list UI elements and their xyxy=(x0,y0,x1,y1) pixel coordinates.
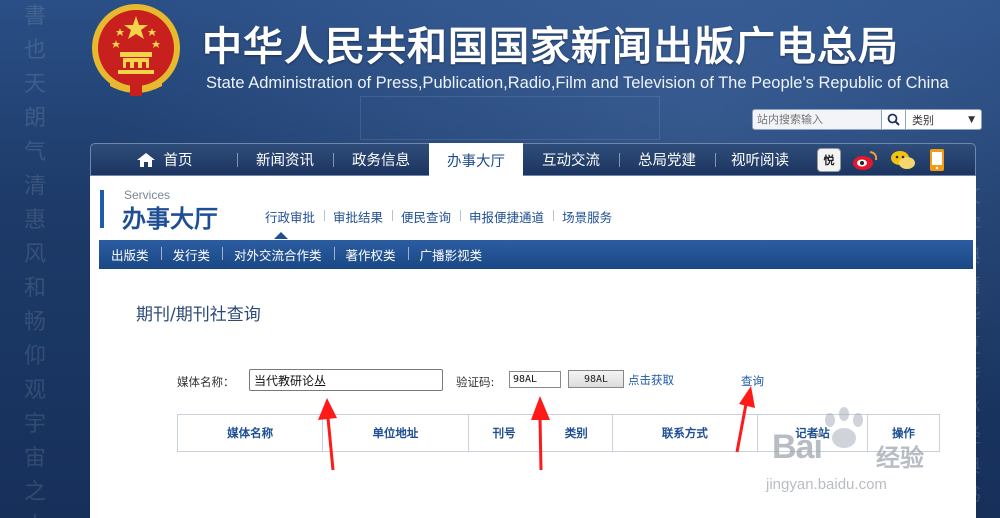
yuedu-app-icon[interactable]: 悦 xyxy=(817,147,841,172)
captcha-label: 验证码: xyxy=(456,375,495,389)
chevron-down-icon: ▼ xyxy=(968,114,975,125)
services-title: 办事大厅 xyxy=(122,205,218,233)
query-link[interactable]: 查询 xyxy=(741,373,764,389)
nav-audiovisual[interactable]: 视听阅读 xyxy=(715,143,805,176)
nav-government-info[interactable]: 政务信息 xyxy=(333,143,429,176)
subnav-fast-channel[interactable]: 申报便捷通道 xyxy=(460,207,553,226)
subnav-approval-results[interactable]: 审批结果 xyxy=(324,207,392,226)
nav-party-building-label: 总局党建 xyxy=(638,153,696,169)
nav-interaction-label: 互动交流 xyxy=(542,153,600,169)
nav-service-hall[interactable]: 办事大厅 xyxy=(429,143,523,177)
media-name-input[interactable] xyxy=(249,369,443,391)
nav-news[interactable]: 新闻资讯 xyxy=(237,143,333,176)
baidu-jingyan-watermark: Bai 经验 jingyan.baidu.com xyxy=(760,406,950,502)
media-name-label: 媒体名称： xyxy=(177,375,235,389)
nav-home[interactable]: 首页 xyxy=(91,143,237,176)
captcha-image[interactable]: 98AL xyxy=(568,370,624,388)
subnav-active-pointer xyxy=(274,232,288,239)
nav-party-building[interactable]: 总局党建 xyxy=(619,143,715,176)
category-foreign-exchange[interactable]: 对外交流合作类 xyxy=(222,245,334,264)
weibo-icon[interactable] xyxy=(851,148,879,172)
national-emblem-icon xyxy=(92,4,180,96)
column-media-name: 媒体名称 xyxy=(176,414,324,452)
column-category: 类别 xyxy=(539,414,613,452)
category-distribution[interactable]: 发行类 xyxy=(160,245,223,264)
watermark-url: jingyan.baidu.com xyxy=(766,476,887,493)
nav-government-info-label: 政务信息 xyxy=(352,153,410,169)
nav-home-label: 首页 xyxy=(163,153,193,169)
watermark-brand: Bai xyxy=(772,428,823,466)
captcha-input[interactable] xyxy=(509,371,561,388)
site-subtitle: State Administration of Press,Publicatio… xyxy=(206,74,949,92)
site-search: 类别 ▼ xyxy=(752,109,982,130)
category-publishing[interactable]: 出版类 xyxy=(99,245,161,264)
search-input[interactable] xyxy=(752,109,882,130)
mobile-icon[interactable] xyxy=(927,148,947,172)
captcha-refresh-link[interactable]: 点击获取 xyxy=(628,372,674,388)
nav-audiovisual-label: 视听阅读 xyxy=(731,153,789,169)
home-icon xyxy=(136,152,155,167)
subnav-public-query[interactable]: 便民查询 xyxy=(392,207,460,226)
search-icon xyxy=(887,113,900,126)
nav-service-hall-label: 办事大厅 xyxy=(447,153,505,170)
category-copyright[interactable]: 著作权类 xyxy=(333,245,408,264)
search-category-label: 类别 xyxy=(912,113,934,127)
column-issue-number: 刊号 xyxy=(467,414,541,452)
subnav-scene-services[interactable]: 场景服务 xyxy=(553,207,621,226)
social-icons: 悦 xyxy=(817,147,947,172)
column-address: 单位地址 xyxy=(322,414,469,452)
site-title: 中华人民共和国国家新闻出版广电总局 xyxy=(202,24,899,70)
section-marker xyxy=(100,190,104,228)
column-contact: 联系方式 xyxy=(611,414,759,452)
services-subnav: 行政审批 审批结果 便民查询 申报便捷通道 场景服务 xyxy=(256,207,621,226)
search-button[interactable] xyxy=(882,109,906,130)
nav-interaction[interactable]: 互动交流 xyxy=(523,143,619,176)
category-bar: 出版类 发行类 对外交流合作类 著作权类 广播影视类 xyxy=(99,240,973,269)
nav-news-label: 新闻资讯 xyxy=(256,153,314,169)
background-calligraphy-left: 書也天朗气清惠风和畅仰观宇宙之大 xyxy=(23,4,46,518)
category-broadcast-film[interactable]: 广播影视类 xyxy=(407,245,495,264)
page-title: 期刊/期刊社查询 xyxy=(136,305,261,325)
search-category-select[interactable]: 类别 ▼ xyxy=(906,109,982,130)
subnav-admin-approval[interactable]: 行政审批 xyxy=(256,207,324,226)
paw-logo-icon xyxy=(825,407,863,448)
watermark-brand-cn: 经验 xyxy=(876,444,924,472)
main-nav: 首页 新闻资讯 政务信息 办事大厅 互动交流 总局党建 视听阅读 悦 xyxy=(90,143,976,177)
background-seal-pattern xyxy=(360,96,660,140)
wechat-icon[interactable] xyxy=(889,148,917,172)
